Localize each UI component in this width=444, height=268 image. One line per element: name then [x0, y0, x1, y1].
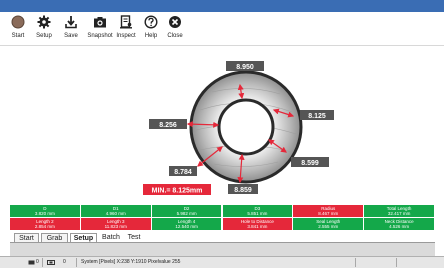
- result-value: 4.960 mm: [105, 211, 126, 216]
- result-cell: D3 5.851 mm: [222, 205, 294, 217]
- measurement-value-bottom: 8.859: [234, 187, 252, 194]
- inspection-app-window: Start Setup Save Snapshot Inspect Help C…: [0, 0, 444, 268]
- gear-icon: [31, 15, 57, 32]
- result-cell: Seal Length 2.555 mm: [293, 218, 365, 230]
- result-cell: Length 3 11.823 mm: [80, 218, 152, 230]
- status-counter-1: 0: [36, 259, 39, 265]
- status-separator: [42, 258, 43, 267]
- results-row-2: Length 2 2.854 mm Length 3 11.823 mm Length …: [10, 218, 435, 230]
- status-separator: [355, 258, 356, 267]
- measurement-label-lower-right: 8.599: [291, 157, 329, 167]
- result-value: 3.820 mm: [34, 211, 55, 216]
- result-cell: Neck Distance 4.526 mm: [364, 218, 435, 230]
- result-value: 4.526 mm: [389, 224, 410, 229]
- result-cell: Length 2 2.854 mm: [10, 218, 81, 230]
- tab-grab-label: Grab: [46, 235, 63, 242]
- result-cell: D2 5.982 mm: [151, 205, 223, 217]
- result-cell: D 3.820 mm: [10, 205, 81, 217]
- result-value: 5.982 mm: [176, 211, 197, 216]
- measurement-value-lower-left: 8.784: [174, 169, 192, 176]
- measurement-label-lower-left: 8.784: [169, 166, 197, 176]
- result-cell: Radius 8.467 mm: [293, 205, 365, 217]
- tab-start-label: Start: [19, 235, 34, 242]
- status-counter-2: 0: [63, 259, 66, 265]
- result-value: 32.417 mm: [387, 211, 411, 216]
- min-value-text: MIN.= 8.125mm: [152, 188, 203, 195]
- inspect-report-icon: [113, 15, 139, 32]
- status-text: System [Pixels] X:238 Y:1910 Pixelvalue …: [81, 259, 181, 265]
- save-download-icon: [58, 15, 84, 32]
- result-value: 12.540 mm: [175, 224, 198, 229]
- result-value: 11.823 mm: [104, 224, 127, 229]
- close-icon: [162, 15, 188, 32]
- result-cell: Total Length 32.417 mm: [364, 205, 435, 217]
- part-ring: [189, 70, 303, 184]
- start-circle-icon: [5, 15, 31, 32]
- result-value: 2.555 mm: [318, 224, 339, 229]
- tab-test-label: Test: [127, 234, 141, 241]
- film-status-icon: [47, 257, 55, 268]
- result-cell: D1 4.960 mm: [80, 205, 152, 217]
- measurement-label-top: 8.950: [226, 61, 264, 71]
- main-toolbar: Start Setup Save Snapshot Inspect Help C…: [0, 12, 444, 46]
- help-icon: [138, 15, 164, 32]
- result-value: 2.854 mm: [34, 224, 55, 229]
- min-measurement-label: MIN.= 8.125mm: [143, 184, 211, 195]
- measurement-label-bottom: 8.859: [228, 184, 258, 194]
- result-cell: Hole to Distance 3.841 mm: [222, 218, 294, 230]
- close-label: Close: [167, 33, 183, 39]
- results-row-1: D 3.820 mm D1 4.960 mm D2 5.982 mm D3 5.851 mm R…: [10, 205, 435, 217]
- title-bar: [0, 0, 444, 12]
- measurement-value-left: 8.256: [159, 122, 177, 129]
- close-button[interactable]: Close: [162, 15, 188, 40]
- measurement-value-top: 8.950: [236, 64, 254, 71]
- camera-icon: [87, 15, 113, 32]
- tab-content-panel: [10, 242, 435, 256]
- status-separator: [396, 258, 397, 267]
- status-bar: 0 0 System [Pixels] X:238 Y:1910 Pixelva…: [0, 256, 444, 268]
- measurement-value-right: 8.125: [308, 113, 326, 120]
- measurement-value-lower-right: 8.599: [301, 160, 319, 167]
- image-viewer[interactable]: 8.950 8.125 8.256 8.599 8.784 8.859 MIN.…: [0, 46, 444, 204]
- result-value: 5.851 mm: [247, 211, 268, 216]
- result-cell: Length 4 12.540 mm: [151, 218, 223, 230]
- measurement-label-right: 8.125: [300, 110, 334, 120]
- camera-status-icon: [28, 257, 35, 268]
- tab-setup-label: Setup: [73, 235, 94, 242]
- measurement-label-left: 8.256: [149, 119, 187, 129]
- result-value: 3.841 mm: [247, 224, 268, 229]
- tab-batch-label: Batch: [102, 234, 120, 241]
- status-separator: [76, 258, 77, 267]
- result-value: 8.467 mm: [318, 211, 339, 216]
